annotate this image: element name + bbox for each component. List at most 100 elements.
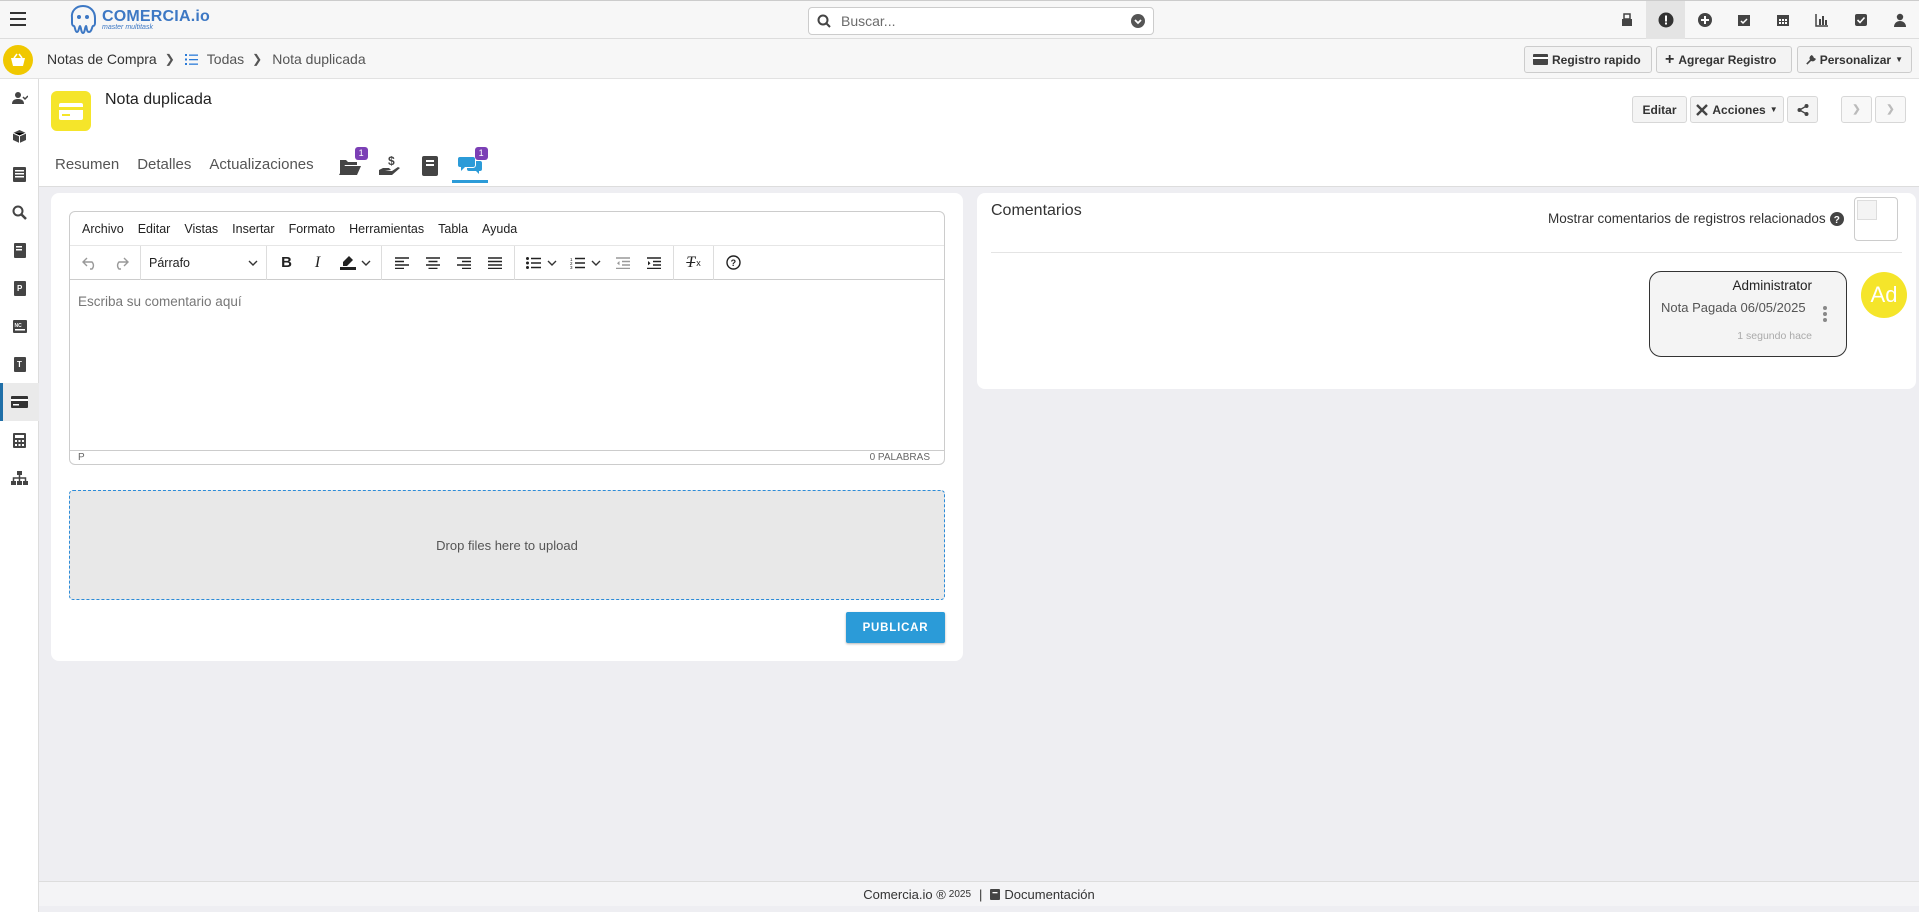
align-left-icon[interactable] [386,249,417,277]
sitemap-icon[interactable] [0,459,39,497]
block-format-select[interactable]: Párrafo [141,245,267,280]
list-icon [184,53,198,65]
align-center-icon[interactable] [417,249,448,277]
tab-resumen[interactable]: Resumen [55,156,119,183]
toggle-knob [1857,200,1877,220]
help-circle-icon[interactable]: ? [1830,212,1844,226]
align-justify-icon[interactable] [479,249,510,277]
footer: Comercia.io ® 2025 | Documentación [39,881,1919,906]
doc-dollar-icon[interactable] [0,155,39,193]
documentation-link[interactable]: Documentación [1004,887,1094,902]
chevron-down-circle-icon[interactable] [1131,14,1145,28]
user-icon[interactable] [1880,1,1919,39]
record-tabs: Resumen Detalles Actualizaciones 1 $ 1 [55,143,492,183]
highlight-color-icon[interactable] [333,249,377,277]
menu-insertar[interactable]: Insertar [232,222,274,236]
contacts-icon[interactable] [0,79,39,117]
chart-icon[interactable] [1802,1,1841,39]
previous-record-button[interactable]: ❯ [1841,96,1872,123]
svg-text:3: 3 [570,265,573,269]
bold-icon[interactable]: B [271,249,302,277]
purchase-note-icon[interactable] [0,383,39,421]
italic-icon[interactable]: I [302,249,333,277]
receipt-icon[interactable]: P [0,269,39,307]
comment-time: 1 segundo hace [1737,330,1812,342]
menu-tabla[interactable]: Tabla [438,222,468,236]
share-icon [1797,103,1808,116]
dropzone-text: Drop files here to upload [436,537,578,553]
menu-editar[interactable]: Editar [138,222,171,236]
indent-icon[interactable] [638,249,669,277]
clear-formatting-icon[interactable]: Tx [678,249,709,277]
calculator-icon[interactable] [0,421,39,459]
file-dropzone[interactable]: Drop files here to upload [69,490,945,600]
help-icon[interactable]: ? [718,249,749,277]
invoice-icon[interactable] [0,231,39,269]
svg-text:?: ? [1834,215,1840,226]
numbered-list-icon[interactable]: 123 [563,249,607,277]
outdent-icon[interactable] [607,249,638,277]
alert-icon[interactable] [1646,1,1685,39]
tab-documents[interactable]: 1 [332,147,368,183]
edit-button[interactable]: Editar [1632,96,1687,123]
tab-detalles[interactable]: Detalles [137,156,191,183]
menu-icon[interactable] [10,12,26,26]
search-placeholder: Buscar... [841,13,896,29]
menu-vistas[interactable]: Vistas [184,222,218,236]
ledger-icon[interactable]: T [0,345,39,383]
publish-button[interactable]: PUBLICAR [846,612,945,643]
next-record-button[interactable]: ❯ [1875,96,1906,123]
card-icon [1533,54,1548,65]
comments-count-badge: 1 [474,147,488,160]
add-circle-icon[interactable] [1685,1,1724,39]
search-input[interactable]: Buscar... [808,7,1154,35]
book-icon [421,156,438,176]
menu-formato[interactable]: Formato [289,222,336,236]
tab-actualizaciones[interactable]: Actualizaciones [209,156,313,183]
align-right-icon[interactable] [448,249,479,277]
customize-button[interactable]: Personalizar ▼ [1797,46,1912,73]
documents-count-badge: 1 [354,147,368,160]
actions-label: Acciones [1712,102,1766,117]
share-button[interactable] [1787,96,1818,123]
box-icon[interactable] [0,117,39,155]
more-vertical-icon[interactable] [1823,306,1827,322]
breadcrumb-module[interactable]: Notas de Compra [47,51,157,67]
comment-text: Nota Pagada 06/05/2025 [1661,300,1806,315]
search-doc-icon[interactable] [0,193,39,231]
undo-icon[interactable] [74,249,105,277]
element-path[interactable]: P [78,452,85,463]
calendar-check-icon[interactable] [1724,1,1763,39]
customize-label: Personalizar [1819,52,1892,67]
svg-text:$: $ [388,155,395,168]
menu-herramientas[interactable]: Herramientas [349,222,424,236]
scanner-icon[interactable] [1607,1,1646,39]
sidebar: P NC T [0,79,39,912]
note-credit-icon[interactable]: NC [0,307,39,345]
related-comments-toggle[interactable] [1854,197,1898,241]
breadcrumb-current: Nota duplicada [272,51,366,67]
actions-button[interactable]: Acciones ▼ [1690,96,1784,123]
editor-menubar: Archivo Editar Vistas Insertar Formato H… [70,212,944,246]
record-title: Nota duplicada [105,91,212,108]
menu-ayuda[interactable]: Ayuda [482,222,517,236]
quick-record-button[interactable]: Registro rapido [1524,46,1652,73]
calendar-icon[interactable] [1763,1,1802,39]
brand-tagline: master multitask [102,24,153,31]
redo-icon[interactable] [105,249,136,277]
tab-payments[interactable]: $ [372,149,408,183]
brand-logo[interactable]: COMERCIA.io master multitask [68,4,210,37]
checkbox-icon[interactable] [1841,1,1880,39]
menu-archivo[interactable]: Archivo [82,222,124,236]
chevron-right-icon: ❯ [164,52,175,66]
add-record-button[interactable]: + Agregar Registro [1656,46,1792,73]
tab-comments[interactable]: 1 [451,147,488,183]
breadcrumb-list[interactable]: Todas [207,51,244,67]
quick-record-label: Registro rapido [1552,52,1641,67]
bullet-list-icon[interactable] [519,249,563,277]
search-icon [817,14,831,28]
basket-icon[interactable] [3,45,33,75]
comment-textarea[interactable]: Escriba su comentario aquí [70,280,944,463]
avatar: Ad [1861,272,1907,318]
tab-ledger[interactable] [412,149,448,183]
